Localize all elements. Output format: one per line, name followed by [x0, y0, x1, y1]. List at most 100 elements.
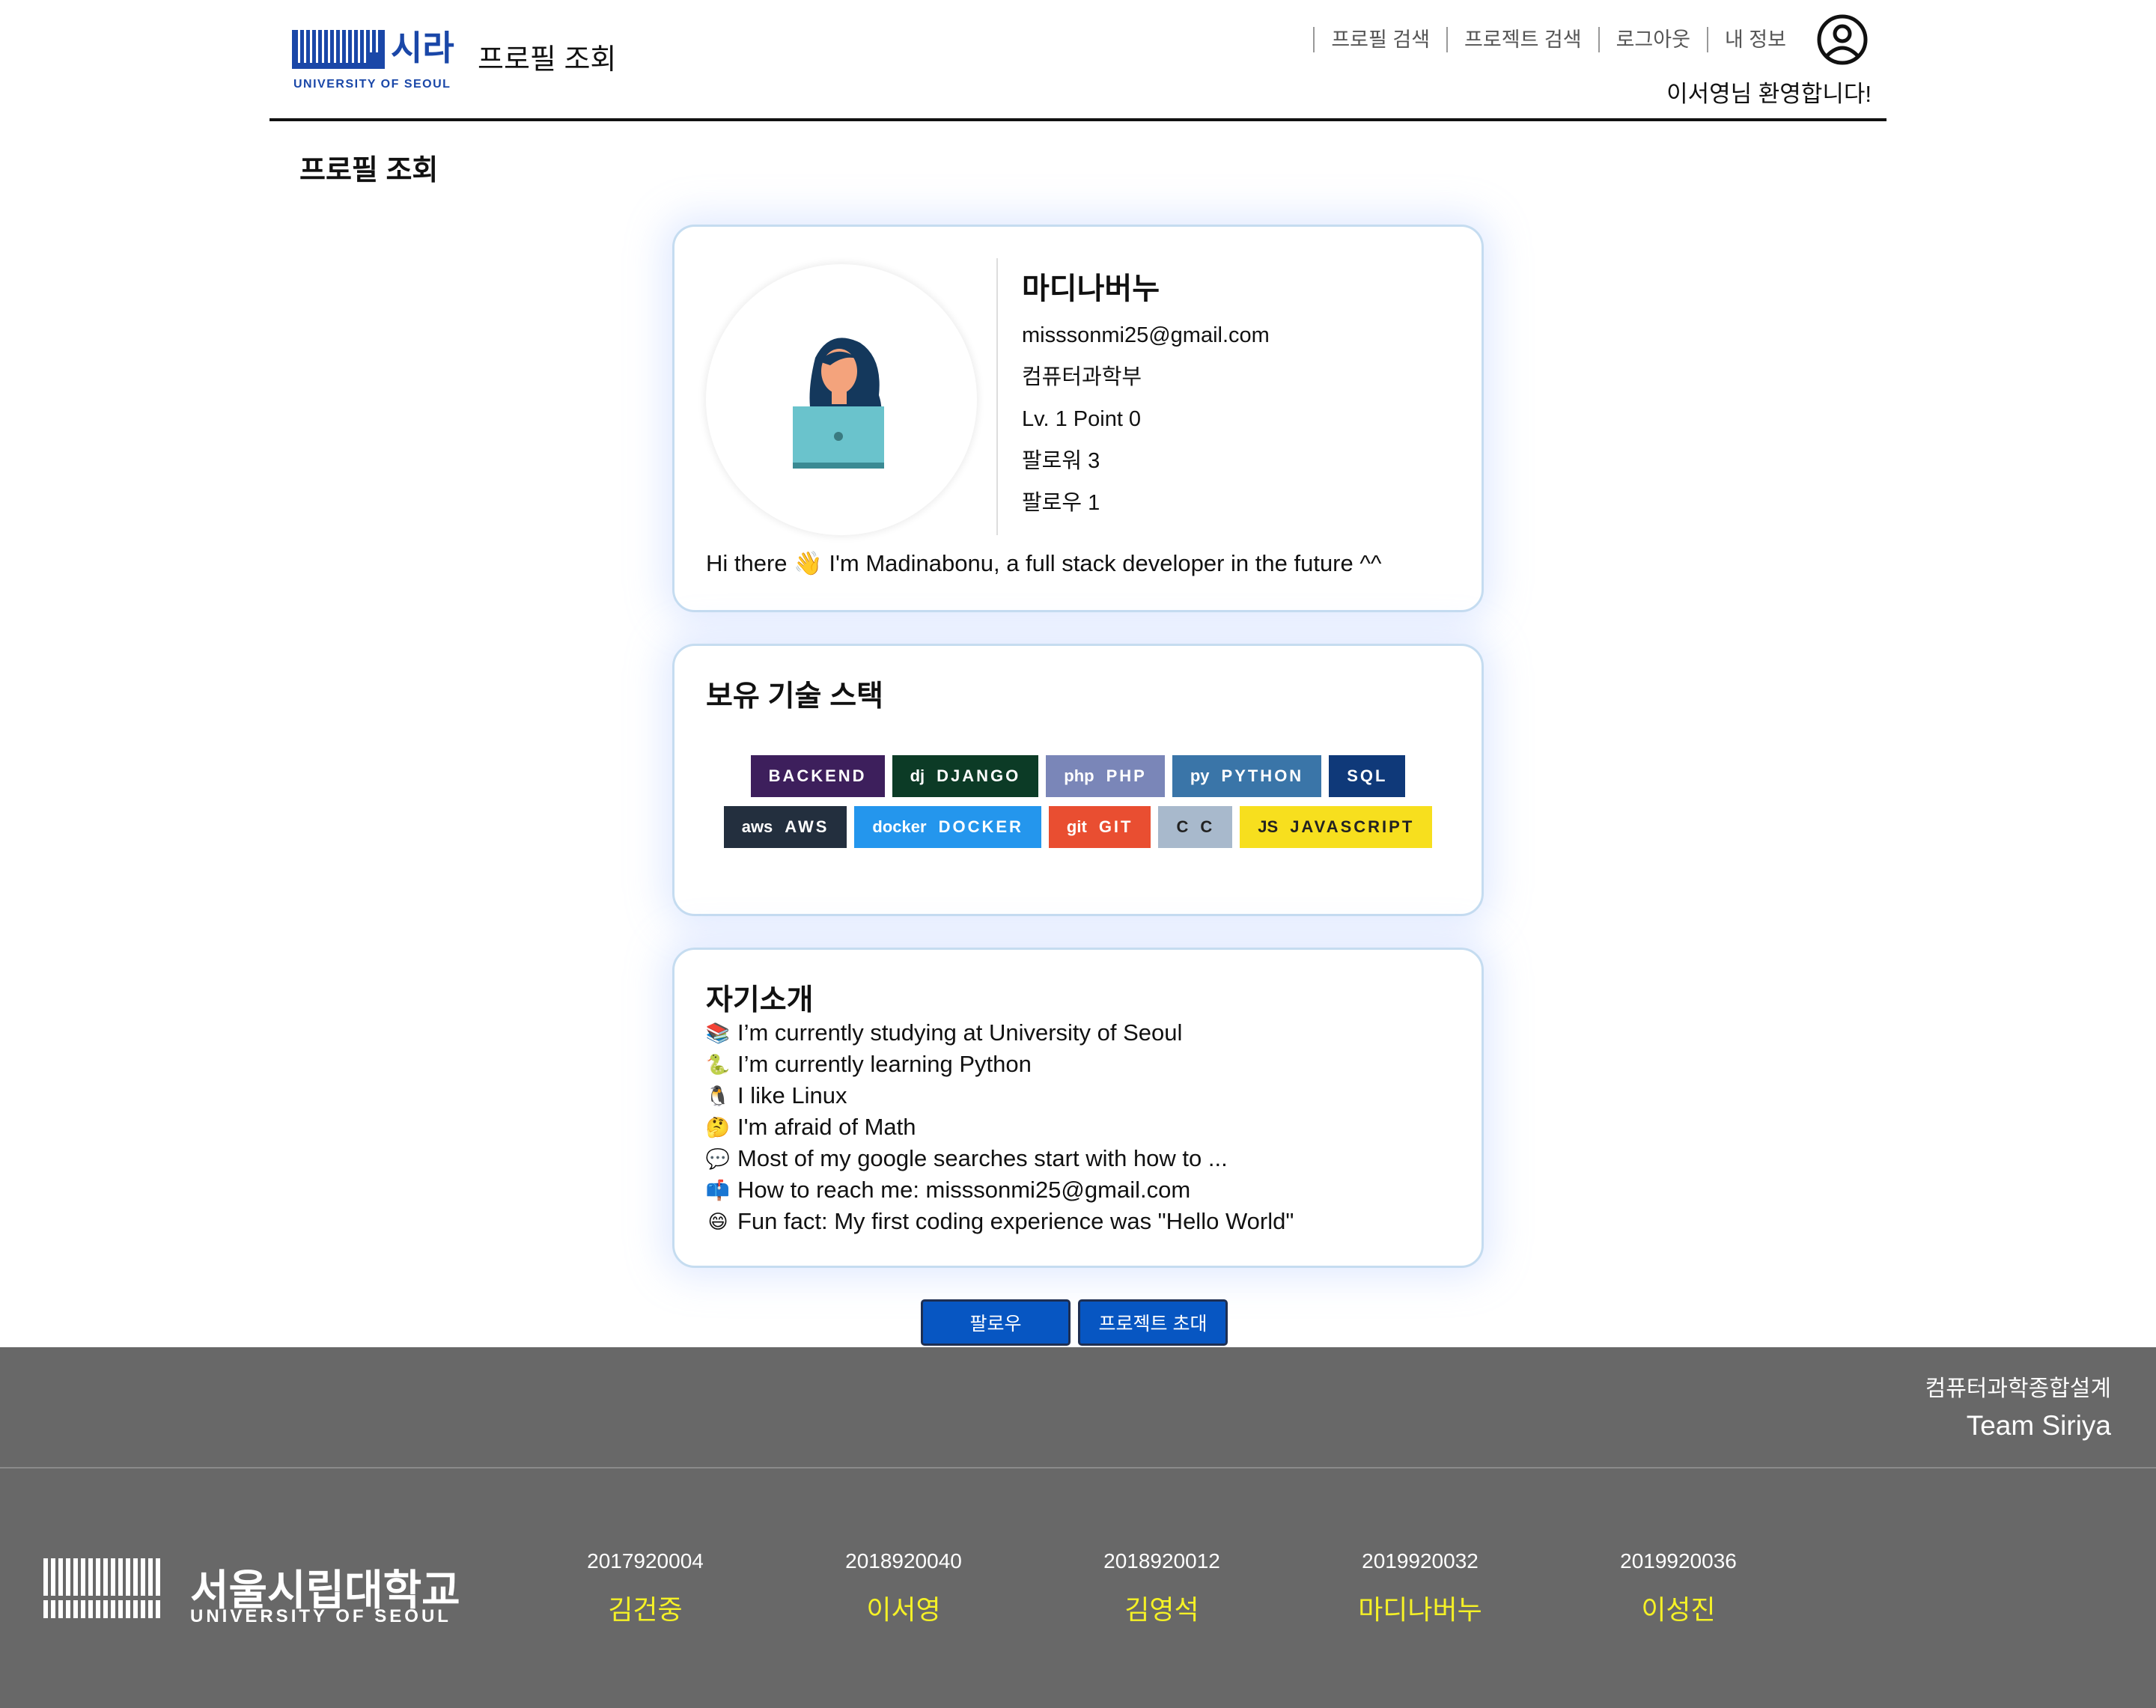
intro-text: How to reach me: misssonmi25@gmail.com — [737, 1177, 1191, 1203]
team-name: Team Siriya — [1966, 1410, 2111, 1441]
tech-badge: docker DOCKER — [854, 806, 1041, 848]
logo-bars-icon — [292, 30, 385, 69]
intro-text: I’m currently learning Python — [737, 1051, 1032, 1077]
follow-button[interactable]: 팔로우 — [921, 1299, 1071, 1346]
intro-emoji-icon: 🐧 — [705, 1085, 731, 1107]
project-invite-button[interactable]: 프로젝트 초대 — [1078, 1299, 1228, 1346]
tech-badge: JS JAVASCRIPT — [1240, 806, 1433, 848]
badge-row-1: BACKEND dj DJANGO php PHP py PYTHON SQL — [674, 755, 1482, 797]
tech-badge: git GIT — [1048, 806, 1151, 848]
developer-avatar-icon — [793, 338, 884, 469]
tech-badge-label: PYTHON — [1221, 766, 1304, 785]
intro-item: 📫 How to reach me: misssonmi25@gmail.com — [706, 1174, 1294, 1206]
intro-emoji-icon: 📚 — [705, 1022, 731, 1044]
tech-stack-card: 보유 기술 스택 BACKEND dj DJANGO php PHP py PYTHON SQ… — [672, 644, 1484, 916]
tech-badge-label: DJANGO — [937, 766, 1021, 785]
self-intro-card: 자기소개 📚 I’m currently studying at Universi… — [672, 948, 1484, 1268]
site-footer: 컴퓨터과학종합설계 Team Siriya 서울시립대학교 UNIVERSITY… — [0, 1347, 2156, 1708]
page-title: 프로필 조회 — [299, 155, 439, 186]
member-name: 김건중 — [608, 1594, 683, 1625]
aws-icon: aws — [741, 817, 773, 836]
uos-english-name: UNIVERSITY OF SEOUL — [190, 1606, 451, 1626]
nav-project-search[interactable]: 프로젝트 검색 — [1446, 27, 1598, 52]
member-name: 마디나버누 — [1358, 1594, 1482, 1625]
intro-text: I like Linux — [737, 1082, 847, 1108]
sira-logo[interactable]: 시라 UNIVERSITY OF SEOUL — [292, 25, 457, 93]
intro-text: Most of my google searches start with ho… — [737, 1145, 1228, 1171]
member-name: 이서영 — [866, 1594, 941, 1625]
profile-bio: Hi there 👋 I'm Madinabonu, a full stack … — [706, 550, 1382, 576]
member-id: 2018920012 — [1103, 1549, 1220, 1573]
profile-level: Lv. 1 Point 0 — [1022, 407, 1142, 431]
tech-badge: dj DJANGO — [892, 755, 1039, 797]
tech-stack-heading: 보유 기술 스택 — [706, 680, 883, 713]
self-intro-list: 📚 I’m currently studying at University of… — [706, 1017, 1294, 1237]
tech-badge: BACKEND — [750, 755, 885, 797]
dj-icon: dj — [910, 766, 925, 785]
member-id: 2018920040 — [845, 1549, 962, 1573]
header-title: 프로필 조회 — [478, 44, 617, 76]
team-member: 2019920032 마디나버누 — [1323, 1549, 1517, 1627]
member-id: 2019920032 — [1362, 1549, 1479, 1573]
intro-emoji-icon: 🤔 — [705, 1116, 731, 1138]
site-header: 시라 UNIVERSITY OF SEOUL 프로필 조회 프로필 검색 프로젝… — [270, 0, 1886, 121]
tech-badge: SQL — [1329, 755, 1406, 797]
intro-item: 🐍 I’m currently learning Python — [706, 1049, 1294, 1080]
tech-badge: aws AWS — [723, 806, 847, 848]
profile-name: 마디나버누 — [1022, 272, 1160, 305]
profile-following[interactable]: 팔로우 1 — [1022, 492, 1270, 514]
welcome-message: 이서영님 환영합니다! — [1666, 81, 1872, 107]
profile-info: 마디나버누 misssonmi25@gmail.com 컴퓨터과학부 Lv. 1… — [1022, 264, 1270, 534]
intro-emoji-icon: 📫 — [705, 1179, 731, 1201]
user-account-icon[interactable] — [1816, 13, 1869, 66]
profile-card: 마디나버누 misssonmi25@gmail.com 컴퓨터과학부 Lv. 1… — [672, 225, 1484, 612]
team-member: 2018920012 김영석 — [1065, 1549, 1259, 1627]
py-icon: py — [1190, 766, 1210, 785]
logo-univ-text: UNIVERSITY OF SEOUL — [293, 78, 451, 91]
c-icon: C — [1176, 817, 1189, 836]
intro-text: Fun fact: My first coding experience was… — [737, 1208, 1294, 1234]
team-member: 2017920004 김건중 — [548, 1549, 743, 1627]
intro-item: 🐧 I like Linux — [706, 1080, 1294, 1111]
profile-divider — [996, 258, 998, 535]
php-icon: php — [1064, 766, 1094, 785]
intro-text: I’m currently studying at University of … — [737, 1019, 1183, 1046]
tech-badge: php PHP — [1046, 755, 1165, 797]
nav-profile-search[interactable]: 프로필 검색 — [1313, 27, 1446, 52]
tech-badge-label: GIT — [1098, 817, 1133, 836]
tech-badge-label: AWS — [785, 817, 829, 836]
profile-department: 컴퓨터과학부 — [1022, 365, 1142, 389]
intro-item: 🤔 I'm afraid of Math — [706, 1111, 1294, 1143]
uos-logo: 서울시립대학교 UNIVERSITY OF SEOUL — [43, 1557, 460, 1632]
nav-my-info[interactable]: 내 정보 — [1706, 27, 1803, 52]
member-id: 2019920036 — [1620, 1549, 1737, 1573]
course-name: 컴퓨터과학종합설계 — [1925, 1376, 2111, 1401]
intro-item: 😄 Fun fact: My first coding experience wa… — [706, 1206, 1294, 1237]
member-name: 김영석 — [1124, 1594, 1199, 1625]
avatar — [706, 264, 977, 535]
member-name: 이성진 — [1641, 1594, 1716, 1625]
tech-badge-label: BACKEND — [768, 766, 867, 785]
profile-email: misssonmi25@gmail.com — [1022, 323, 1270, 347]
tech-badge: CC — [1158, 806, 1233, 848]
docker-icon: docker — [872, 817, 927, 836]
uos-logo-bars-icon — [43, 1558, 163, 1618]
team-member: 2018920040 이서영 — [806, 1549, 1001, 1627]
logo-sira-text: 시라 — [391, 28, 454, 67]
intro-emoji-icon: 💬 — [705, 1147, 731, 1170]
tech-badge-label: SQL — [1347, 766, 1388, 785]
profile-followers[interactable]: 팔로워 3 — [1022, 450, 1270, 472]
nav-logout[interactable]: 로그아웃 — [1598, 27, 1707, 52]
intro-emoji-icon: 🐍 — [705, 1053, 731, 1076]
self-intro-heading: 자기소개 — [706, 984, 814, 1016]
tech-badge-label: DOCKER — [938, 817, 1023, 836]
js-icon: JS — [1258, 817, 1279, 836]
badge-row-2: aws AWS docker DOCKER git GIT C C JS JAVASCRIPT — [674, 806, 1482, 848]
intro-text: I'm afraid of Math — [737, 1114, 916, 1140]
tech-badge-label: C — [1200, 817, 1215, 836]
member-id: 2017920004 — [587, 1549, 704, 1573]
intro-emoji-icon: 😄 — [707, 1210, 728, 1233]
footer-divider — [0, 1467, 2156, 1468]
team-member: 2019920036 이성진 — [1581, 1549, 1776, 1627]
tech-badge-label: JAVASCRIPT — [1290, 817, 1415, 836]
